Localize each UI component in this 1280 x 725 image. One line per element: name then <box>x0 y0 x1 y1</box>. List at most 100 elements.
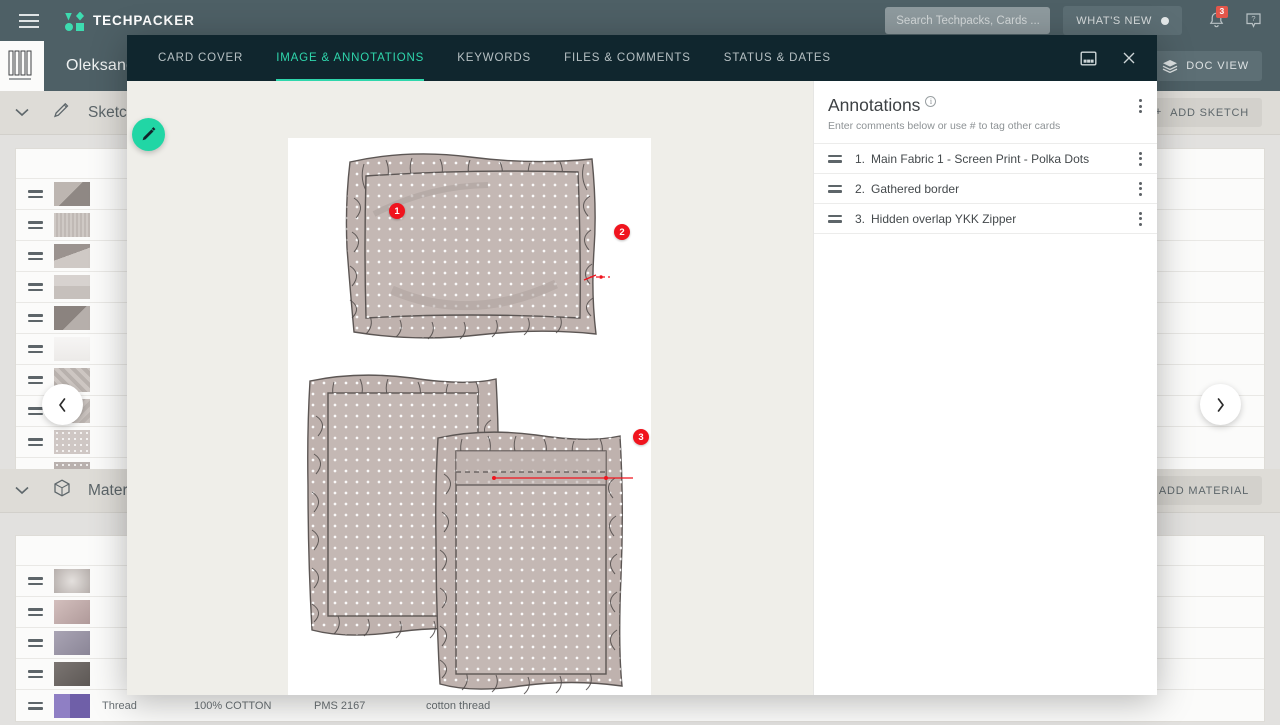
sketch-canvas[interactable]: 1 2 3 <box>127 81 813 695</box>
material-thumb-1[interactable] <box>54 569 90 593</box>
sketch-thumb-6[interactable] <box>54 337 90 361</box>
edit-image-button[interactable] <box>132 118 165 151</box>
notifications-button[interactable]: 3 <box>1208 6 1228 30</box>
drag-handle[interactable] <box>16 639 54 647</box>
pencil-icon <box>142 127 156 141</box>
whats-new-dot-icon <box>1161 16 1169 25</box>
drag-handle[interactable] <box>16 190 54 198</box>
notification-badge: 3 <box>1216 6 1228 18</box>
annotations-menu-button[interactable] <box>1139 99 1142 113</box>
annotations-panel: Annotations i Enter comments below or use… <box>813 81 1157 695</box>
close-button[interactable] <box>1118 47 1140 69</box>
drag-handle[interactable] <box>16 376 54 384</box>
info-icon[interactable]: i <box>925 96 937 107</box>
doc-view-label: DOC VIEW <box>1186 60 1249 72</box>
material-thumb-5[interactable] <box>54 693 90 718</box>
drag-handle[interactable] <box>16 314 54 322</box>
annotations-title: Annotations <box>828 95 921 115</box>
annotation-marker-1[interactable]: 1 <box>389 203 405 219</box>
pillow-sham-technical-drawing <box>288 138 651 695</box>
hamburger-icon[interactable] <box>19 13 39 28</box>
sketch-image[interactable] <box>288 138 651 695</box>
search-placeholder: Search Techpacks, Cards ... <box>896 14 1040 27</box>
drag-handle[interactable] <box>828 214 842 223</box>
drag-handle[interactable] <box>16 252 54 260</box>
material-content: 100% COTTON <box>194 699 272 712</box>
chevron-left-icon <box>59 397 66 412</box>
page-title: Oleksand <box>66 57 136 74</box>
drag-handle[interactable] <box>16 608 54 616</box>
document-thumbnail <box>0 41 44 91</box>
add-sketch-label: ADD SKETCH <box>1170 106 1249 119</box>
tab-files-comments[interactable]: FILES & COMMENTS <box>564 35 691 81</box>
annotation-number: 1. <box>855 151 866 166</box>
next-card-button[interactable] <box>1200 384 1241 425</box>
tab-status-dates[interactable]: STATUS & DATES <box>724 35 831 81</box>
whats-new-label: WHAT'S NEW <box>1076 14 1152 27</box>
annotation-number: 2. <box>855 181 866 196</box>
sketch-thumb-2[interactable] <box>54 213 90 237</box>
drag-handle[interactable] <box>16 701 54 710</box>
previous-card-button[interactable] <box>42 384 83 425</box>
techpack-cover-icon <box>8 50 32 80</box>
search-input[interactable]: Search Techpacks, Cards ... <box>885 7 1051 34</box>
drag-handle[interactable] <box>828 184 842 193</box>
annotation-row[interactable]: 2. Gathered border <box>814 174 1157 204</box>
drag-handle[interactable] <box>16 221 54 229</box>
modal-header: CARD COVER IMAGE & ANNOTATIONS KEYWORDS FIL… <box>127 35 1157 81</box>
close-icon <box>1123 52 1135 64</box>
sketch-thumb-1[interactable] <box>54 182 90 206</box>
tab-keywords[interactable]: KEYWORDS <box>457 35 531 81</box>
sketch-thumb-3[interactable] <box>54 244 90 268</box>
help-icon: ? <box>1246 13 1261 28</box>
annotation-text: Gathered border <box>871 181 960 196</box>
annotation-menu-button[interactable] <box>1139 181 1142 196</box>
sketch-thumb-4[interactable] <box>54 275 90 299</box>
material-color: PMS 2167 <box>314 699 366 712</box>
annotation-number: 3. <box>855 211 866 226</box>
tab-image-annotations[interactable]: IMAGE & ANNOTATIONS <box>276 35 425 81</box>
sketch-thumb-9[interactable] <box>54 430 90 454</box>
save-button[interactable] <box>1077 47 1099 69</box>
whats-new-button[interactable]: WHAT'S NEW <box>1063 6 1182 35</box>
annotations-subtitle: Enter comments below or use # to tag oth… <box>828 120 1061 132</box>
collapse-sketches-button[interactable] <box>14 104 32 122</box>
material-thumb-2[interactable] <box>54 600 90 624</box>
material-description: cotton thread <box>426 699 491 712</box>
annotation-text: Main Fabric 1 - Screen Print - Polka Dot… <box>871 151 1090 166</box>
add-material-label: ADD MATERIAL <box>1158 484 1249 497</box>
help-button[interactable]: ? <box>1245 11 1262 30</box>
drag-handle[interactable] <box>16 283 54 291</box>
collapse-materials-button[interactable] <box>14 482 32 500</box>
annotation-menu-button[interactable] <box>1139 211 1142 226</box>
modal-body: 1 2 3 Annotations i Enter comments below or… <box>127 81 1157 695</box>
save-icon <box>1080 51 1097 66</box>
annotation-row[interactable]: 1. Main Fabric 1 - Screen Print - Polka D… <box>814 144 1157 174</box>
material-thumb-4[interactable] <box>54 662 90 686</box>
layers-icon <box>1162 60 1178 73</box>
annotation-marker-3[interactable]: 3 <box>633 429 649 445</box>
cube-icon <box>52 478 72 503</box>
tab-card-cover[interactable]: CARD COVER <box>158 35 243 81</box>
sketch-thumb-5[interactable] <box>54 306 90 330</box>
doc-view-button[interactable]: DOC VIEW <box>1149 51 1262 81</box>
brand-name: TECHPACKER <box>93 13 195 28</box>
pencil-icon <box>52 100 72 125</box>
svg-text:?: ? <box>1251 14 1255 23</box>
annotation-row[interactable]: 3. Hidden overlap YKK Zipper <box>814 204 1157 234</box>
image-annotations-modal: CARD COVER IMAGE & ANNOTATIONS KEYWORDS FIL… <box>127 35 1157 695</box>
brand-logo[interactable]: TECHPACKER <box>65 11 195 31</box>
annotation-marker-2[interactable]: 2 <box>614 224 630 240</box>
drag-handle[interactable] <box>16 345 54 353</box>
drag-handle[interactable] <box>16 670 54 678</box>
drag-handle[interactable] <box>828 154 842 163</box>
chevron-right-icon <box>1217 397 1224 412</box>
modal-tab-list: CARD COVER IMAGE & ANNOTATIONS KEYWORDS FIL… <box>158 35 864 81</box>
material-thumb-3[interactable] <box>54 631 90 655</box>
material-name: Thread <box>102 699 137 712</box>
drag-handle[interactable] <box>16 577 54 585</box>
annotation-menu-button[interactable] <box>1139 151 1142 166</box>
annotation-text: Hidden overlap YKK Zipper <box>871 211 1017 226</box>
drag-handle[interactable] <box>16 438 54 446</box>
techpacker-logo-icon <box>65 11 84 31</box>
